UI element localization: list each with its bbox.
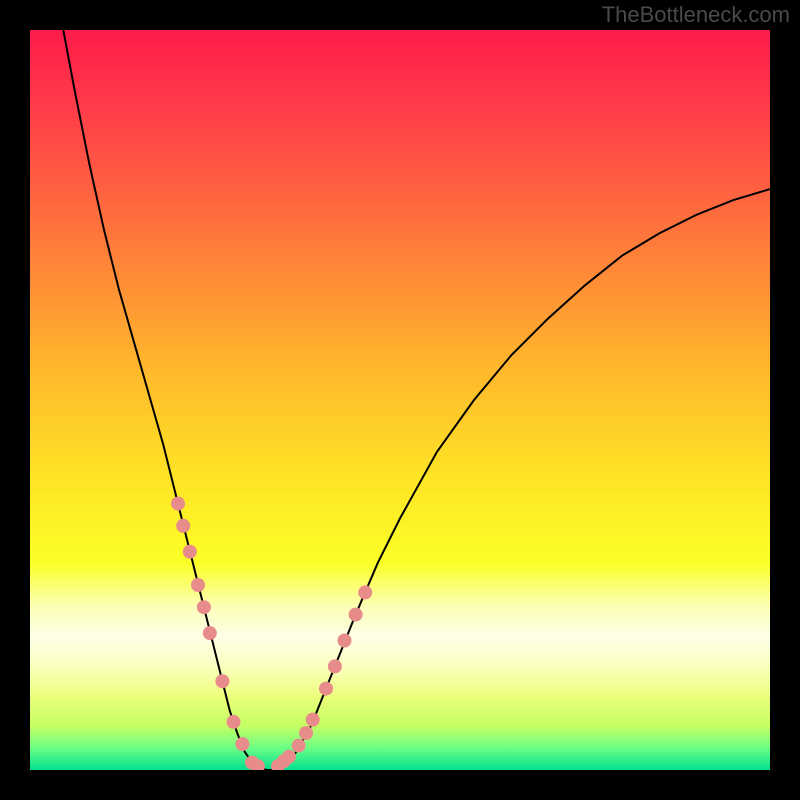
data-marker bbox=[191, 578, 205, 592]
data-marker bbox=[358, 585, 372, 599]
data-marker bbox=[319, 682, 333, 696]
data-marker bbox=[203, 626, 217, 640]
data-marker bbox=[197, 600, 211, 614]
data-marker bbox=[227, 715, 241, 729]
data-marker bbox=[299, 726, 313, 740]
watermark-text: TheBottleneck.com bbox=[602, 2, 790, 28]
data-marker bbox=[349, 608, 363, 622]
data-marker bbox=[292, 739, 306, 753]
plot-area bbox=[30, 30, 770, 770]
data-marker bbox=[328, 659, 342, 673]
data-marker bbox=[215, 674, 229, 688]
data-marker bbox=[338, 634, 352, 648]
data-marker bbox=[176, 519, 190, 533]
bottleneck-curve bbox=[63, 30, 770, 770]
data-marker bbox=[183, 545, 197, 559]
curve-layer bbox=[30, 30, 770, 770]
data-marker bbox=[306, 713, 320, 727]
data-marker bbox=[282, 750, 296, 764]
curve-markers bbox=[171, 497, 372, 770]
data-marker bbox=[171, 497, 185, 511]
data-marker bbox=[235, 737, 249, 751]
chart-frame: TheBottleneck.com bbox=[0, 0, 800, 800]
